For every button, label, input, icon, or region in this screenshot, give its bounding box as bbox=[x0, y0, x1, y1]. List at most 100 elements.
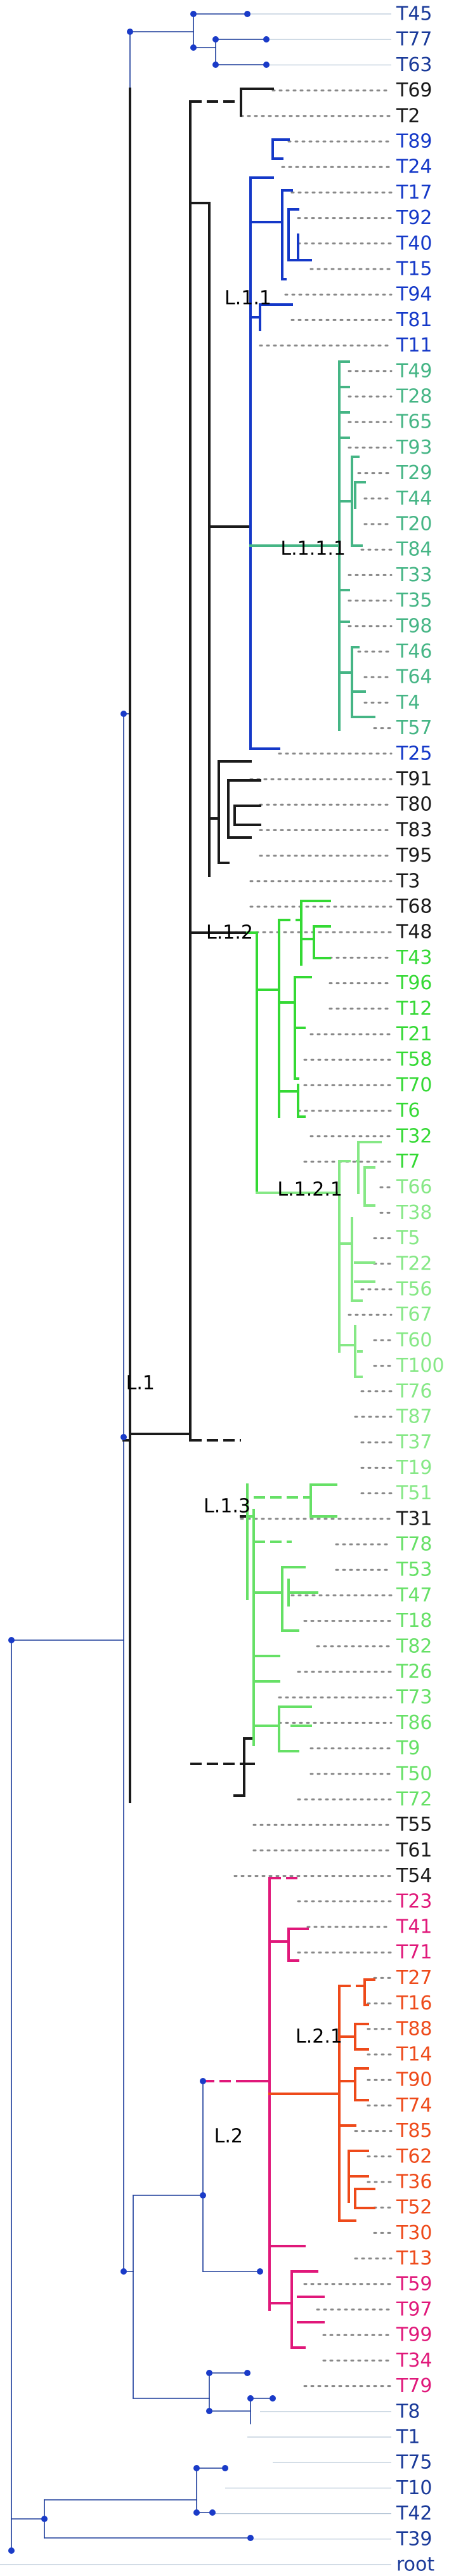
tip-label-t22: T22 bbox=[396, 1252, 433, 1275]
tip-label-t64: T64 bbox=[396, 666, 433, 688]
tree-node-marker bbox=[8, 1637, 15, 1643]
tip-label-root: root bbox=[396, 2554, 434, 2576]
tip-label-t4: T4 bbox=[396, 692, 420, 714]
tree-node-marker bbox=[200, 2192, 206, 2198]
tip-label-t9: T9 bbox=[396, 1737, 420, 1759]
tree-node-marker bbox=[193, 2509, 200, 2516]
tree-node-marker bbox=[263, 62, 270, 68]
tree-nodes bbox=[8, 11, 276, 2554]
tip-label-t78: T78 bbox=[396, 1534, 433, 1556]
clade-labels: L.1.1 L.1.1.1 L.1.2 L.1.2.1 L.1 L.1.3 L.… bbox=[126, 287, 346, 2148]
tip-label-t39: T39 bbox=[396, 2528, 433, 2550]
tree-node-marker bbox=[41, 2516, 48, 2522]
tip-label-t84: T84 bbox=[396, 539, 433, 561]
tip-label-t71: T71 bbox=[396, 1942, 433, 1964]
clade-label-l-1-3: L.1.3 bbox=[204, 1495, 251, 1518]
tip-guide-lines bbox=[0, 13, 393, 2565]
tip-label-t38: T38 bbox=[396, 1202, 433, 1224]
tip-label-t41: T41 bbox=[396, 1916, 433, 1938]
tree-node-marker bbox=[8, 2547, 15, 2554]
tip-label-t37: T37 bbox=[396, 1431, 433, 1454]
tip-label-t17: T17 bbox=[396, 181, 433, 204]
tip-label-t76: T76 bbox=[396, 1380, 433, 1402]
tip-label-t100: T100 bbox=[396, 1355, 445, 1377]
tip-label-t29: T29 bbox=[396, 462, 433, 484]
tip-label-t1: T1 bbox=[396, 2426, 420, 2448]
tip-label-t77: T77 bbox=[396, 29, 433, 51]
tip-label-t52: T52 bbox=[396, 2197, 433, 2219]
tree-node-marker bbox=[263, 36, 270, 43]
tip-labels: T45 T77 T63 T69 T2 T89 T24 T17 T92 T40 T15 T94 T81 T1… bbox=[396, 3, 445, 2576]
tip-label-t54: T54 bbox=[396, 1865, 433, 1887]
tree-node-marker bbox=[206, 2370, 212, 2376]
tip-label-t25: T25 bbox=[396, 742, 433, 765]
tree-node-marker bbox=[206, 2408, 212, 2414]
tip-label-t28: T28 bbox=[396, 386, 433, 408]
tip-label-t51: T51 bbox=[396, 1482, 433, 1504]
tip-label-t31: T31 bbox=[396, 1508, 433, 1530]
tip-label-t56: T56 bbox=[396, 1278, 433, 1301]
tip-label-t83: T83 bbox=[396, 819, 433, 841]
tip-label-t53: T53 bbox=[396, 1559, 433, 1581]
tip-label-t93: T93 bbox=[396, 437, 433, 459]
tip-label-t62: T62 bbox=[396, 2145, 433, 2167]
tip-label-t21: T21 bbox=[396, 1023, 433, 1046]
tree-node-marker bbox=[200, 2078, 206, 2084]
tree-node-marker bbox=[244, 2370, 251, 2376]
tip-label-t70: T70 bbox=[396, 1074, 433, 1096]
tree-node-marker bbox=[247, 2395, 254, 2402]
tip-label-t40: T40 bbox=[396, 232, 433, 254]
tip-label-t45: T45 bbox=[396, 3, 433, 25]
tip-label-t15: T15 bbox=[396, 258, 433, 280]
tip-label-t36: T36 bbox=[396, 2171, 433, 2193]
tip-label-t2: T2 bbox=[396, 105, 420, 127]
tip-label-t91: T91 bbox=[396, 768, 433, 791]
tip-label-t46: T46 bbox=[396, 641, 433, 663]
tree-node-marker bbox=[190, 44, 197, 51]
tip-label-t8: T8 bbox=[396, 2400, 420, 2422]
tree-node-marker bbox=[212, 36, 219, 43]
tip-label-t34: T34 bbox=[396, 2349, 433, 2372]
tip-label-t57: T57 bbox=[396, 717, 433, 739]
clade-label-l-1-1-1: L.1.1.1 bbox=[280, 538, 346, 560]
tip-label-t26: T26 bbox=[396, 1661, 433, 1683]
tip-label-t11: T11 bbox=[396, 334, 433, 357]
tip-label-t86: T86 bbox=[396, 1712, 433, 1734]
tip-label-t75: T75 bbox=[396, 2452, 433, 2474]
tip-label-t43: T43 bbox=[396, 947, 433, 969]
tip-label-t89: T89 bbox=[396, 131, 433, 153]
tip-label-t49: T49 bbox=[396, 360, 433, 382]
tip-label-t72: T72 bbox=[396, 1789, 433, 1811]
clade-label-l-1-2: L.1.2 bbox=[206, 922, 253, 944]
tip-label-t96: T96 bbox=[396, 972, 433, 994]
tip-label-t99: T99 bbox=[396, 2324, 433, 2346]
tip-label-t94: T94 bbox=[396, 284, 433, 306]
tip-label-t50: T50 bbox=[396, 1763, 433, 1785]
tree-node-marker bbox=[209, 2509, 216, 2516]
tip-label-t69: T69 bbox=[396, 79, 433, 102]
tip-label-t68: T68 bbox=[396, 896, 433, 918]
tip-label-t10: T10 bbox=[396, 2477, 433, 2499]
tree-node-marker bbox=[190, 11, 197, 17]
tip-label-t82: T82 bbox=[396, 1635, 433, 1657]
tip-label-t74: T74 bbox=[396, 2094, 433, 2117]
tree-node-marker bbox=[212, 62, 219, 68]
tip-label-t12: T12 bbox=[396, 997, 433, 1020]
tip-label-t73: T73 bbox=[396, 1686, 433, 1709]
tree-branches bbox=[11, 13, 382, 2551]
clade-label-l-2-1: L.2.1 bbox=[296, 2026, 342, 2048]
tip-label-t85: T85 bbox=[396, 2120, 433, 2142]
tree-node-marker bbox=[120, 2268, 127, 2275]
tip-label-t6: T6 bbox=[396, 1100, 420, 1122]
tree-node-marker bbox=[247, 2535, 254, 2541]
tip-label-t65: T65 bbox=[396, 411, 433, 433]
tip-label-t88: T88 bbox=[396, 2018, 433, 2040]
clade-label-l-1-2-1: L.1.2.1 bbox=[277, 1179, 342, 1201]
tip-label-t13: T13 bbox=[396, 2247, 433, 2270]
tip-label-t35: T35 bbox=[396, 589, 433, 612]
tree-node-marker bbox=[244, 11, 251, 17]
tip-label-t61: T61 bbox=[396, 1839, 433, 1862]
tip-label-t98: T98 bbox=[396, 615, 433, 637]
tip-label-t55: T55 bbox=[396, 1814, 433, 1836]
tip-label-t44: T44 bbox=[396, 487, 433, 509]
